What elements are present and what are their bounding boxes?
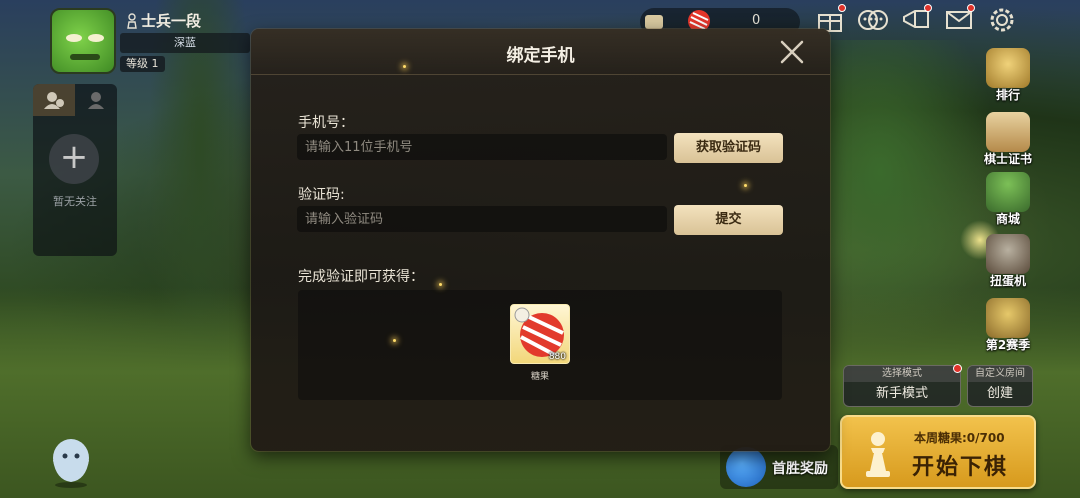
reward-name: 糖果 <box>530 372 549 382</box>
mail-button[interactable] <box>943 4 975 36</box>
side-item-ranking[interactable]: 排行 <box>976 48 1040 103</box>
first-win-reward-button[interactable]: 首胜奖励 <box>720 445 838 489</box>
user-icon <box>44 92 64 109</box>
sparkle <box>403 65 406 68</box>
side-item-shop[interactable]: 商城 <box>976 172 1040 227</box>
custom-room-header: 自定义房间 <box>968 366 1032 382</box>
first-win-label: 首胜奖励 <box>772 461 828 477</box>
mail-icon <box>946 11 972 29</box>
add-follow-button[interactable]: + <box>49 134 99 184</box>
side-item-season[interactable]: 第2赛季 <box>976 298 1040 353</box>
season-icon <box>986 298 1030 338</box>
pawn-icon <box>127 12 137 29</box>
rank-text: 士兵一段 <box>141 12 202 30</box>
submit-button[interactable]: 提交 <box>674 205 783 235</box>
avatar-eye <box>66 34 82 42</box>
custom-room-button[interactable]: 自定义房间 创建 <box>967 365 1033 407</box>
avatar-eye <box>88 34 104 42</box>
gear-icon <box>990 8 1014 32</box>
side-item-label: 棋士证书 <box>983 152 1032 166</box>
reward-item[interactable]: 880 <box>510 304 570 364</box>
top-icon-bar <box>814 4 1018 36</box>
gacha-machine-icon <box>986 234 1030 274</box>
chat-mascot-icon[interactable] <box>48 436 94 488</box>
notification-dot <box>838 4 846 12</box>
player-rank: 士兵一段 <box>126 10 201 31</box>
sparkle <box>439 283 442 286</box>
get-code-button[interactable]: 获取验证码 <box>674 133 783 163</box>
trophy-icon <box>986 48 1030 88</box>
avatar-mouth <box>70 54 100 60</box>
currency-value: 0 <box>752 13 761 28</box>
side-item-label: 商城 <box>995 212 1020 226</box>
select-mode-button[interactable]: 选择模式 新手模式 <box>843 364 962 407</box>
weekly-candy-progress: 本周糖果:0/700 <box>914 431 1005 445</box>
tab-fans[interactable] <box>75 84 117 116</box>
friends-icon <box>858 10 888 30</box>
close-icon[interactable] <box>777 37 807 67</box>
dialog-title: 绑定手机 <box>506 46 575 66</box>
select-mode-header: 选择模式 <box>844 366 960 382</box>
penguin-icon <box>726 447 766 487</box>
palm-tree-left <box>140 0 260 498</box>
side-item-gacha[interactable]: 扭蛋机 <box>976 234 1040 289</box>
follow-tabs <box>33 84 117 116</box>
person-icon <box>88 92 104 109</box>
friends-button[interactable] <box>857 4 889 36</box>
settings-button[interactable] <box>986 4 1018 36</box>
side-item-label: 排行 <box>995 88 1020 102</box>
side-item-certificate[interactable]: 棋士证书 <box>976 112 1040 167</box>
shop-icon <box>986 172 1030 212</box>
custom-room-value: 创建 <box>986 386 1013 401</box>
tab-following[interactable] <box>33 84 75 116</box>
reward-count: 880 <box>548 352 566 362</box>
start-game-button[interactable]: 本周糖果:0/700 开始下棋 <box>840 415 1036 489</box>
side-item-label: 第2赛季 <box>985 338 1031 352</box>
sparkle <box>393 339 396 342</box>
player-title: 深蓝 <box>120 33 250 53</box>
side-item-label: 扭蛋机 <box>989 274 1026 288</box>
code-label: 验证码: <box>298 187 345 203</box>
sparkle <box>744 184 747 187</box>
no-follow-label: 暂无关注 <box>53 195 97 208</box>
pawn-icon <box>866 432 890 477</box>
player-level: 等级 1 <box>120 56 165 72</box>
phone-label: 手机号： <box>298 115 354 131</box>
code-input[interactable] <box>297 206 667 232</box>
reward-title: 完成验证即可获得： <box>298 269 424 285</box>
bind-phone-dialog: 绑定手机 手机号： 获取验证码 验证码: 提交 完成验证即可获得： 880 糖果 <box>251 29 830 451</box>
certificate-icon <box>986 112 1030 152</box>
phone-input[interactable] <box>297 134 667 160</box>
notification-dot <box>924 4 932 12</box>
avatar[interactable] <box>50 8 116 74</box>
reward-box: 880 糖果 <box>298 290 782 400</box>
notification-dot <box>953 364 962 373</box>
events-button[interactable] <box>900 4 932 36</box>
select-mode-value: 新手模式 <box>875 386 928 401</box>
notification-dot <box>967 4 975 12</box>
start-game-label: 开始下棋 <box>912 455 1009 480</box>
